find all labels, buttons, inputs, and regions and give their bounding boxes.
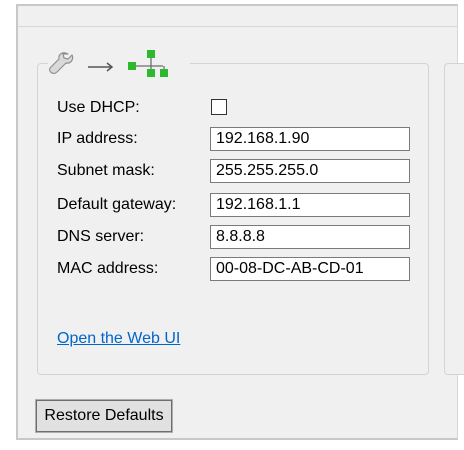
restore-defaults-button[interactable]: Restore Defaults: [35, 399, 173, 433]
default-gateway-label: Default gateway:: [57, 196, 177, 213]
mac-address-label: MAC address:: [57, 260, 159, 277]
mac-address-field[interactable]: 00-08-DC-AB-CD-01: [210, 257, 410, 281]
network-tree-icon: [128, 50, 168, 77]
settings-panel: Use DHCP: IP address: 192.168.1.90 Subne…: [0, 0, 464, 450]
wrench-icon: [49, 52, 74, 75]
top-divider: [18, 26, 458, 27]
dns-server-label: DNS server:: [57, 228, 145, 245]
dns-server-field[interactable]: 8.8.8.8: [210, 225, 410, 249]
group-legend: [48, 46, 190, 80]
adjacent-group-edge: [444, 63, 464, 375]
subnet-mask-field[interactable]: 255.255.255.0: [210, 159, 410, 183]
ip-address-field[interactable]: 192.168.1.90: [210, 127, 410, 151]
use-dhcp-checkbox[interactable]: [211, 99, 227, 115]
subnet-mask-label: Subnet mask:: [57, 162, 155, 179]
default-gateway-field[interactable]: 192.168.1.1: [210, 193, 410, 217]
right-arrow-icon: [88, 62, 114, 72]
use-dhcp-label: Use DHCP:: [57, 99, 140, 116]
open-web-ui-link[interactable]: Open the Web UI: [57, 329, 180, 349]
ip-address-label: IP address:: [57, 130, 138, 147]
